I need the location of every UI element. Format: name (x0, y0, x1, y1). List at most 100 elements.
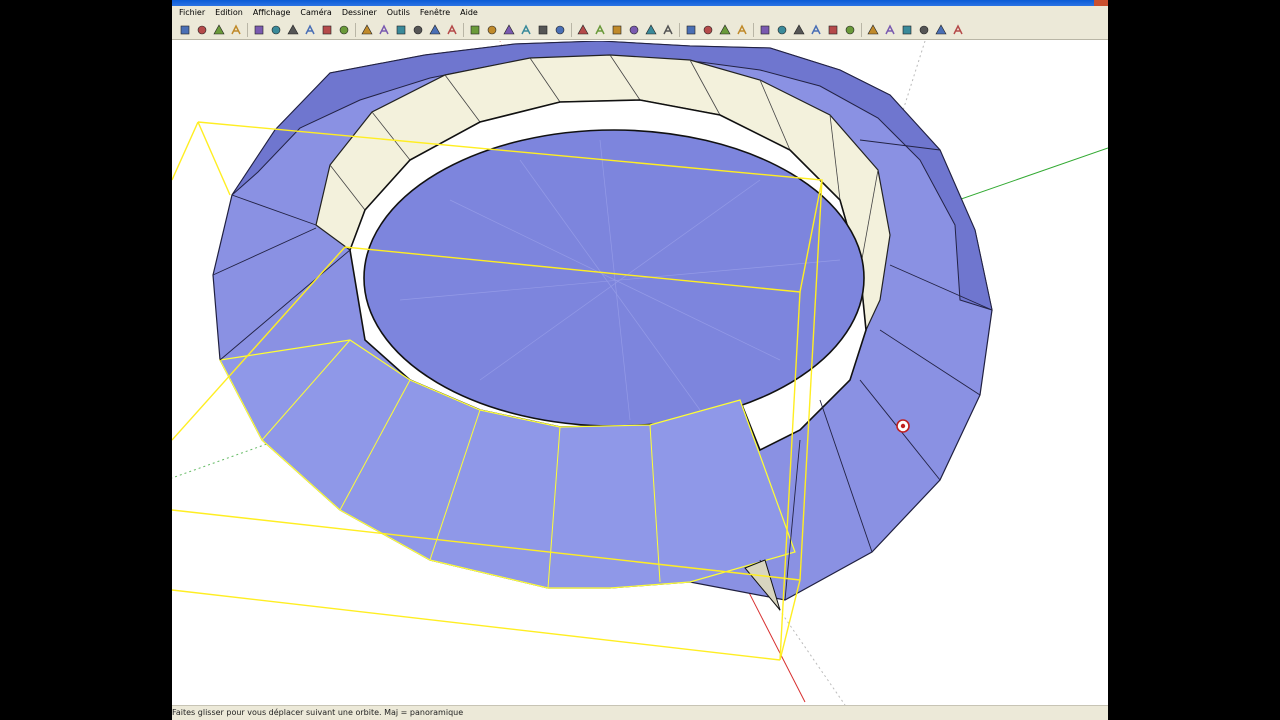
monochrome-icon (953, 23, 963, 34)
orbit-icon (577, 23, 589, 34)
dimension-icon (487, 25, 497, 34)
text-icon (521, 23, 531, 34)
orbit-button[interactable] (576, 23, 590, 37)
hidden-line-button[interactable] (900, 23, 914, 37)
status-bar: Faites glisser pour vous déplacer suivan… (172, 705, 1108, 720)
left-view-button[interactable] (843, 23, 857, 37)
toolbar-separator (679, 22, 680, 37)
3d-text-button[interactable] (553, 23, 567, 37)
zoom-extents-button[interactable] (644, 23, 658, 37)
push-pull-button[interactable] (377, 23, 391, 37)
freehand-icon (339, 25, 349, 34)
look-around-icon (703, 25, 713, 34)
left-view-icon (845, 25, 855, 34)
shaded-button[interactable] (917, 23, 931, 37)
menu-affichage[interactable]: Affichage (248, 6, 296, 20)
axes-button[interactable] (536, 23, 550, 37)
toolbar-separator (463, 22, 464, 37)
arc-icon (305, 23, 315, 34)
right-view-icon (811, 23, 821, 34)
component-button[interactable] (229, 23, 243, 37)
menu-bar: Fichier Edition Affichage Caméra Dessine… (172, 6, 1108, 20)
position-camera-icon (719, 23, 731, 34)
menu-dessiner[interactable]: Dessiner (337, 6, 382, 20)
menu-fichier[interactable]: Fichier (174, 6, 210, 20)
front-view-button[interactable] (792, 23, 806, 37)
rectangle-button[interactable] (252, 23, 266, 37)
push-pull-icon (379, 23, 389, 34)
hidden-line-icon (902, 25, 912, 34)
select-icon (180, 25, 190, 34)
previous-view-button[interactable] (661, 23, 675, 37)
model-canvas[interactable] (172, 41, 1108, 705)
xray-icon (867, 23, 879, 34)
paint-bucket-button[interactable] (212, 23, 226, 37)
toolbar-separator (753, 22, 754, 37)
section-plane-button[interactable] (735, 23, 749, 37)
circle-icon (287, 23, 299, 34)
text-button[interactable] (519, 23, 533, 37)
top-view-button[interactable] (775, 23, 789, 37)
back-view-button[interactable] (826, 23, 840, 37)
follow-me-icon (413, 25, 423, 34)
select-button[interactable] (178, 23, 192, 37)
tape-measure-icon (470, 25, 480, 34)
zoom-window-button[interactable] (627, 23, 641, 37)
wireframe-button[interactable] (883, 23, 897, 37)
menu-outils[interactable]: Outils (382, 6, 415, 20)
section-plane-icon (737, 23, 747, 34)
zoom-button[interactable] (610, 23, 624, 37)
toolbar-separator (861, 22, 862, 37)
protractor-icon (503, 23, 515, 34)
pan-button[interactable] (593, 23, 607, 37)
wireframe-icon (885, 23, 895, 34)
look-around-button[interactable] (701, 23, 715, 37)
back-view-icon (828, 25, 838, 34)
offset-button[interactable] (445, 23, 459, 37)
position-camera-button[interactable] (718, 23, 732, 37)
rotate-button[interactable] (394, 23, 408, 37)
scale-icon (429, 23, 441, 34)
dimension-button[interactable] (485, 23, 499, 37)
3d-text-icon (555, 25, 565, 34)
protractor-button[interactable] (502, 23, 516, 37)
walk-icon (686, 25, 696, 34)
drawing-viewport[interactable] (172, 41, 1108, 705)
tape-measure-button[interactable] (468, 23, 482, 37)
circle-button[interactable] (286, 23, 300, 37)
toolbar (172, 20, 1108, 40)
polygon-icon (322, 25, 332, 34)
move-icon (361, 23, 373, 34)
scale-button[interactable] (428, 23, 442, 37)
freehand-button[interactable] (337, 23, 351, 37)
top-view-icon (777, 25, 787, 34)
xray-button[interactable] (866, 23, 880, 37)
menu-fenetre[interactable]: Fenêtre (415, 6, 455, 20)
axes-icon (538, 25, 548, 34)
eraser-button[interactable] (195, 23, 209, 37)
rotate-icon (396, 25, 406, 34)
zoom-window-icon (629, 25, 639, 34)
shaded-texture-button[interactable] (934, 23, 948, 37)
follow-me-button[interactable] (411, 23, 425, 37)
paint-bucket-icon (213, 23, 225, 34)
status-text: Faites glisser pour vous déplacer suivan… (172, 708, 464, 717)
orbit-cursor-icon (896, 419, 910, 433)
rectangle-icon (254, 25, 264, 34)
monochrome-button[interactable] (951, 23, 965, 37)
walk-button[interactable] (684, 23, 698, 37)
line-button[interactable] (269, 23, 283, 37)
iso-view-button[interactable] (758, 23, 772, 37)
arc-button[interactable] (303, 23, 317, 37)
right-view-button[interactable] (809, 23, 823, 37)
menu-edition[interactable]: Edition (210, 6, 248, 20)
iso-view-icon (760, 25, 770, 34)
pan-icon (595, 23, 605, 34)
floor-disk (363, 129, 865, 427)
polygon-button[interactable] (320, 23, 334, 37)
toolbar-separator (571, 22, 572, 37)
menu-aide[interactable]: Aide (455, 6, 483, 20)
toolbar-separator (355, 22, 356, 37)
menu-camera[interactable]: Caméra (295, 6, 336, 20)
move-button[interactable] (360, 23, 374, 37)
